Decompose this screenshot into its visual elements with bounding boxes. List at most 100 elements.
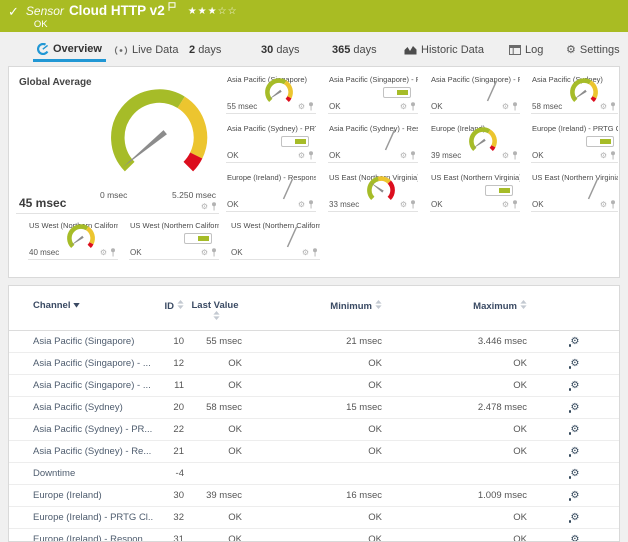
star-filled-icon[interactable]: ★ [188,6,198,17]
status-bar-icon [383,87,411,98]
pin-icon[interactable] [512,200,518,209]
pin-icon[interactable] [410,200,416,209]
tile-value: 55 msec [227,102,257,111]
pin-icon[interactable] [211,248,217,257]
column-header-minimum[interactable]: Minimum [244,298,384,330]
column-header-maximum[interactable]: Maximum [384,298,529,330]
star-filled-icon[interactable]: ★ [208,6,218,17]
tile-actions: ⚙ [502,102,518,111]
gauge-tile-7[interactable]: Europe (Ireland)39 msec⚙ [430,122,520,163]
channel-settings-icon[interactable]: ⚙ [571,491,580,501]
cell-last-value: OK [186,528,244,542]
gear-icon[interactable]: ⚙ [201,249,208,257]
tab-historic-data[interactable]: Historic Data [400,38,488,62]
scale-max-label: 5.250 msec [172,190,216,200]
gear-icon[interactable]: ⚙ [600,103,607,111]
tab-settings[interactable]: ⚙Settings [562,38,624,62]
pin-icon[interactable] [308,200,314,209]
gauge-tile-8[interactable]: Europe (Ireland) - PRTG Cloud...OK⚙ [531,122,618,163]
gear-icon[interactable]: ⚙ [400,103,407,111]
star-empty-icon[interactable]: ☆ [218,6,228,17]
gear-icon[interactable]: ⚙ [298,103,305,111]
gear-icon[interactable]: ⚙ [298,152,305,160]
gear-icon[interactable]: ⚙ [502,201,509,209]
pin-icon[interactable] [211,202,217,211]
gauge-tile-5[interactable]: Asia Pacific (Sydney) - PRTG ...OK⚙ [226,122,316,163]
needle-icon [485,79,499,108]
tab-2-days[interactable]: 2 days [185,38,225,62]
gauge-tile-13[interactable]: US West (Northern California)40 msec⚙ [28,219,118,260]
gear-icon[interactable]: ⚙ [298,201,305,209]
tab-label: days [276,44,299,56]
gear-icon[interactable]: ⚙ [201,203,208,211]
overview-icon [37,43,49,55]
tab-overview[interactable]: Overview [33,38,106,62]
cell-channel: Asia Pacific (Singapore) - ... [9,352,154,374]
gear-icon[interactable]: ⚙ [302,249,309,257]
gauge-tile-4[interactable]: Asia Pacific (Sydney)58 msec⚙ [531,73,618,114]
channel-settings-icon[interactable]: ⚙ [571,447,580,457]
pin-icon[interactable] [610,151,616,160]
table-row: Asia Pacific (Singapore) - ...12OKOKOK⚙ [9,352,620,374]
star-empty-icon[interactable]: ☆ [228,6,238,17]
tab-number: 365 [332,44,350,56]
gear-icon[interactable]: ⚙ [400,152,407,160]
pin-icon[interactable] [610,102,616,111]
gear-icon[interactable]: ⚙ [502,152,509,160]
gauge-tile-15[interactable]: US West (Northern California)...OK⚙ [230,219,320,260]
tile-actions: ⚙ [298,200,314,209]
channel-settings-icon[interactable]: ⚙ [571,381,580,391]
cell-last-value: OK [186,506,244,528]
gauge-tile-12[interactable]: US East (Northern Virginia) - ...OK⚙ [531,171,618,212]
gear-icon[interactable]: ⚙ [600,152,607,160]
tab-30-days[interactable]: 30 days [257,38,304,62]
gauge-tile-2[interactable]: Asia Pacific (Singapore) - PR...OK⚙ [328,73,418,114]
pin-icon[interactable] [610,200,616,209]
channel-settings-icon[interactable]: ⚙ [571,403,580,413]
table-row: Asia Pacific (Singapore) - ...11OKOKOK⚙ [9,374,620,396]
tab-live-data[interactable]: Live Data [110,38,182,62]
star-filled-icon[interactable]: ★ [198,6,208,17]
gauge-tile-global[interactable]: Global Average 0 msec 5.250 msec 45 msec… [16,73,219,214]
tab-log[interactable]: Log [505,38,547,62]
gauge-tile-1[interactable]: Asia Pacific (Singapore)55 msec⚙ [226,73,316,114]
tile-value: OK [227,151,239,160]
pin-icon[interactable] [312,248,318,257]
gauge-tile-3[interactable]: Asia Pacific (Singapore) - Res...OK⚙ [430,73,520,114]
gauge-tile-9[interactable]: Europe (Ireland) - Response C...OK⚙ [226,171,316,212]
channel-settings-icon[interactable]: ⚙ [571,359,580,369]
pin-icon[interactable] [308,102,314,111]
gauge-tile-10[interactable]: US East (Northern Virginia)33 msec⚙ [328,171,418,212]
gear-icon[interactable]: ⚙ [100,249,107,257]
tile-value: OK [431,102,443,111]
gauge-tile-6[interactable]: Asia Pacific (Sydney) - Respo...OK⚙ [328,122,418,163]
column-header-last-value[interactable]: Last Value [186,298,244,330]
gear-icon[interactable]: ⚙ [502,103,509,111]
flag-icon[interactable] [168,2,176,11]
tab-365-days[interactable]: 365 days [328,38,381,62]
pin-icon[interactable] [308,151,314,160]
gauge-tile-14[interactable]: US West (Northern California)...OK⚙ [129,219,219,260]
gear-icon[interactable]: ⚙ [600,201,607,209]
pin-icon[interactable] [410,102,416,111]
cell-id: 31 [154,528,186,542]
channel-settings-icon[interactable]: ⚙ [571,425,580,435]
table-row: Asia Pacific (Sydney)2058 msec15 msec2.4… [9,396,620,418]
gear-icon[interactable]: ⚙ [400,201,407,209]
channel-settings-icon[interactable]: ⚙ [571,513,580,523]
gauge-tile-11[interactable]: US East (Northern Virginia) - ...OK⚙ [430,171,520,212]
channel-settings-icon[interactable]: ⚙ [571,535,580,542]
column-header-id[interactable]: ID [154,298,186,330]
column-header-channel[interactable]: Channel [9,298,154,330]
channel-settings-icon[interactable]: ⚙ [571,337,580,347]
tab-label: Log [525,44,543,56]
mini-gauge-icon [63,222,99,253]
column-label: Last Value [192,300,239,311]
pin-icon[interactable] [110,248,116,257]
pin-icon[interactable] [512,102,518,111]
cell-maximum: OK [384,506,529,528]
channel-settings-icon[interactable]: ⚙ [571,469,580,479]
pin-icon[interactable] [512,151,518,160]
pin-icon[interactable] [410,151,416,160]
tile-value: 33 msec [329,200,359,209]
